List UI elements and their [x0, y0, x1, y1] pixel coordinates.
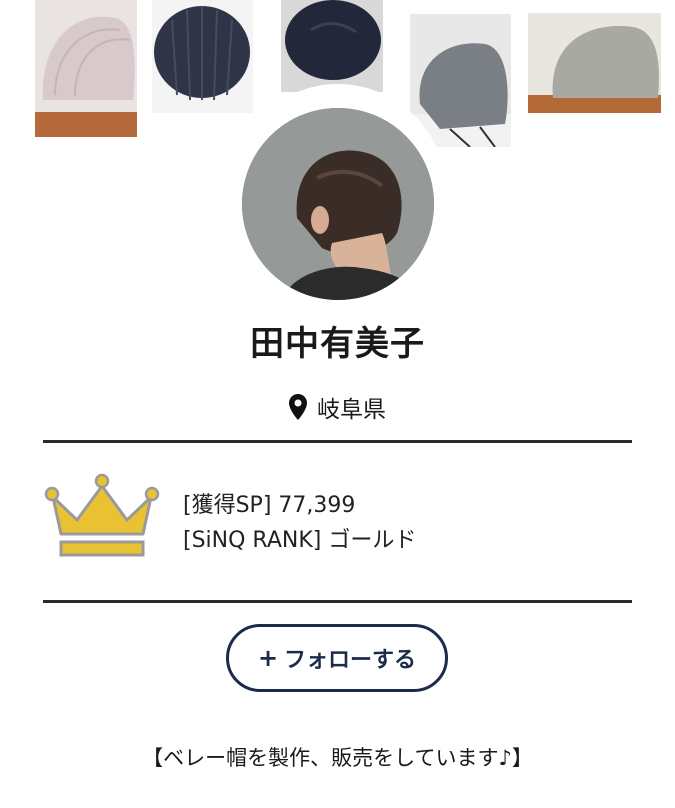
- rank-row: [SiNQ RANK] ゴールド: [183, 523, 416, 558]
- profile-bio: 【ベレー帽を製作、販売をしています♪】: [142, 746, 533, 770]
- location-row: 岐阜県: [0, 390, 675, 424]
- sp-row: [獲得SP] 77,399: [183, 488, 416, 523]
- profile-name: 田中有美子: [250, 324, 425, 364]
- profile-stats: [獲得SP] 77,399 [SiNQ RANK] ゴールド: [183, 488, 416, 558]
- divider-bottom: [43, 600, 632, 603]
- map-pin-icon: [289, 394, 307, 420]
- plus-icon: +: [257, 644, 279, 672]
- beret-photo-navy-stripe[interactable]: [152, 0, 253, 113]
- avatar[interactable]: [242, 108, 434, 300]
- divider-top: [43, 440, 632, 443]
- beret-photo-pink[interactable]: [35, 0, 137, 137]
- location-text: 岐阜県: [317, 397, 386, 423]
- rank-value: ゴールド: [328, 528, 417, 553]
- crown-icon: [43, 472, 161, 558]
- beret-photo-light-gray[interactable]: [528, 13, 661, 113]
- sp-label: [獲得SP]: [183, 493, 272, 518]
- rank-label: [SiNQ RANK]: [183, 528, 322, 553]
- beret-photo-gray[interactable]: [410, 14, 511, 147]
- follow-button-label: フォローする: [284, 648, 417, 673]
- sp-value: 77,399: [278, 493, 356, 518]
- beret-photo-navy[interactable]: [281, 0, 383, 92]
- follow-button[interactable]: + フォローする: [226, 624, 448, 692]
